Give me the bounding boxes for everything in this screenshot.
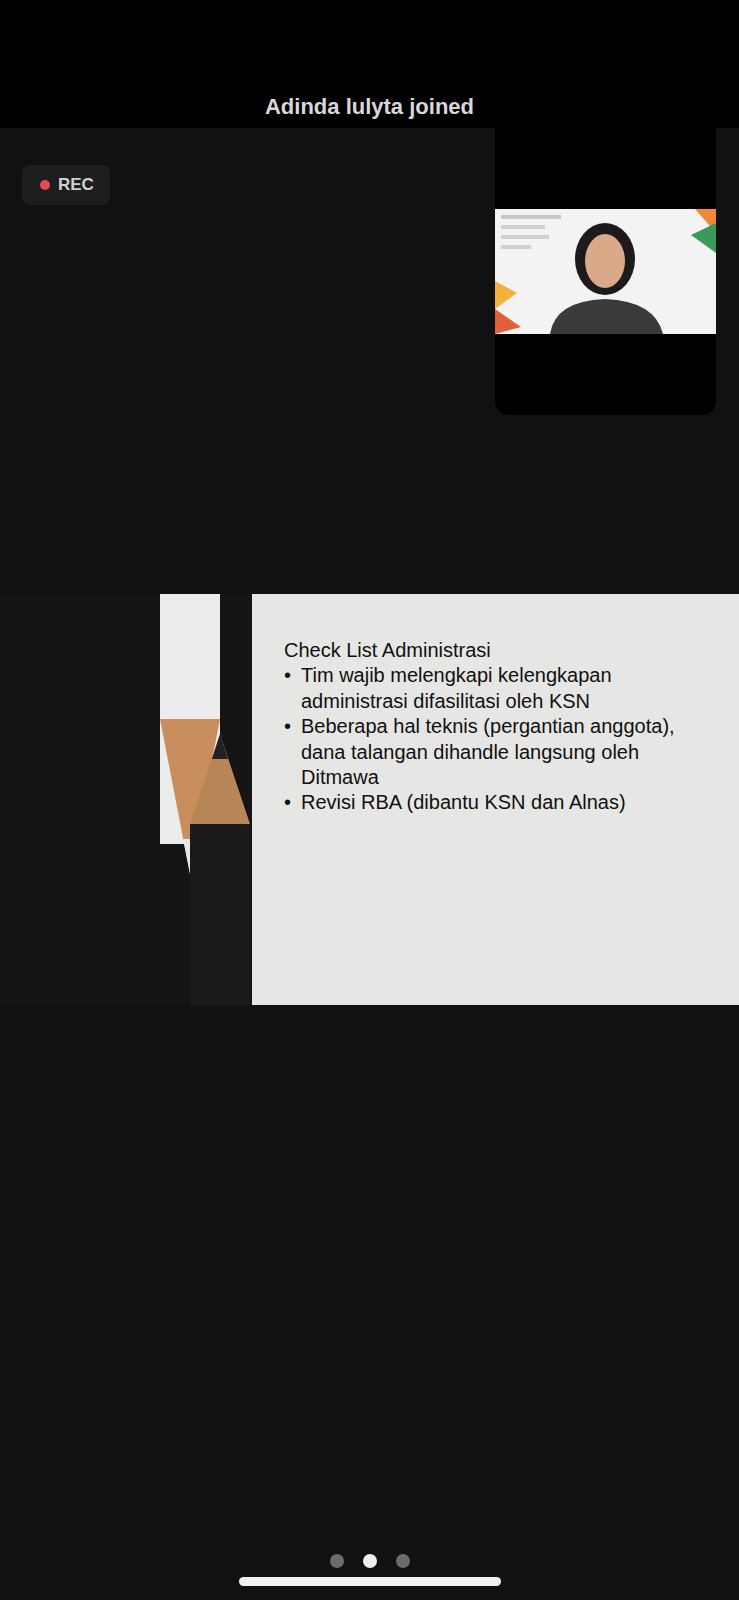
bullet-text: Revisi RBA (dibantu KSN dan Alnas) (301, 790, 686, 815)
recording-dot-icon (40, 180, 50, 190)
bullet-mark: • (284, 663, 301, 714)
bullet-mark: • (284, 790, 301, 815)
top-bar: Adinda lulyta joined (0, 0, 739, 128)
recording-label: REC (58, 175, 94, 195)
page-dot[interactable] (363, 1554, 377, 1568)
page-dot[interactable] (396, 1554, 410, 1568)
slide-title: Check List Administrasi (284, 638, 686, 663)
bullet-text: Beberapa hal teknis (pergantian anggota)… (301, 714, 686, 790)
bullet-mark: • (284, 714, 301, 790)
participant-video-frame (495, 209, 716, 334)
pencils-picture (0, 594, 252, 1005)
slide-bullet: •Revisi RBA (dibantu KSN dan Alnas) (284, 790, 686, 815)
participant-video-tile[interactable] (495, 128, 716, 415)
page-indicator (0, 1554, 739, 1568)
recording-badge: REC (22, 165, 110, 205)
page-dot[interactable] (330, 1554, 344, 1568)
bullet-text: Tim wajib melengkapi kelengkapan adminis… (301, 663, 686, 714)
shared-slide: Check List Administrasi•Tim wajib meleng… (0, 594, 739, 1005)
slide-bullet: •Beberapa hal teknis (pergantian anggota… (284, 714, 686, 790)
slide-content: Check List Administrasi•Tim wajib meleng… (252, 594, 686, 1005)
home-indicator-area (0, 1568, 739, 1600)
join-notification: Adinda lulyta joined (265, 94, 474, 120)
meeting-stage: REC (0, 128, 739, 594)
slide-bullet: •Tim wajib melengkapi kelengkapan admini… (284, 663, 686, 714)
empty-area (0, 1005, 739, 1554)
home-indicator[interactable] (239, 1577, 501, 1586)
